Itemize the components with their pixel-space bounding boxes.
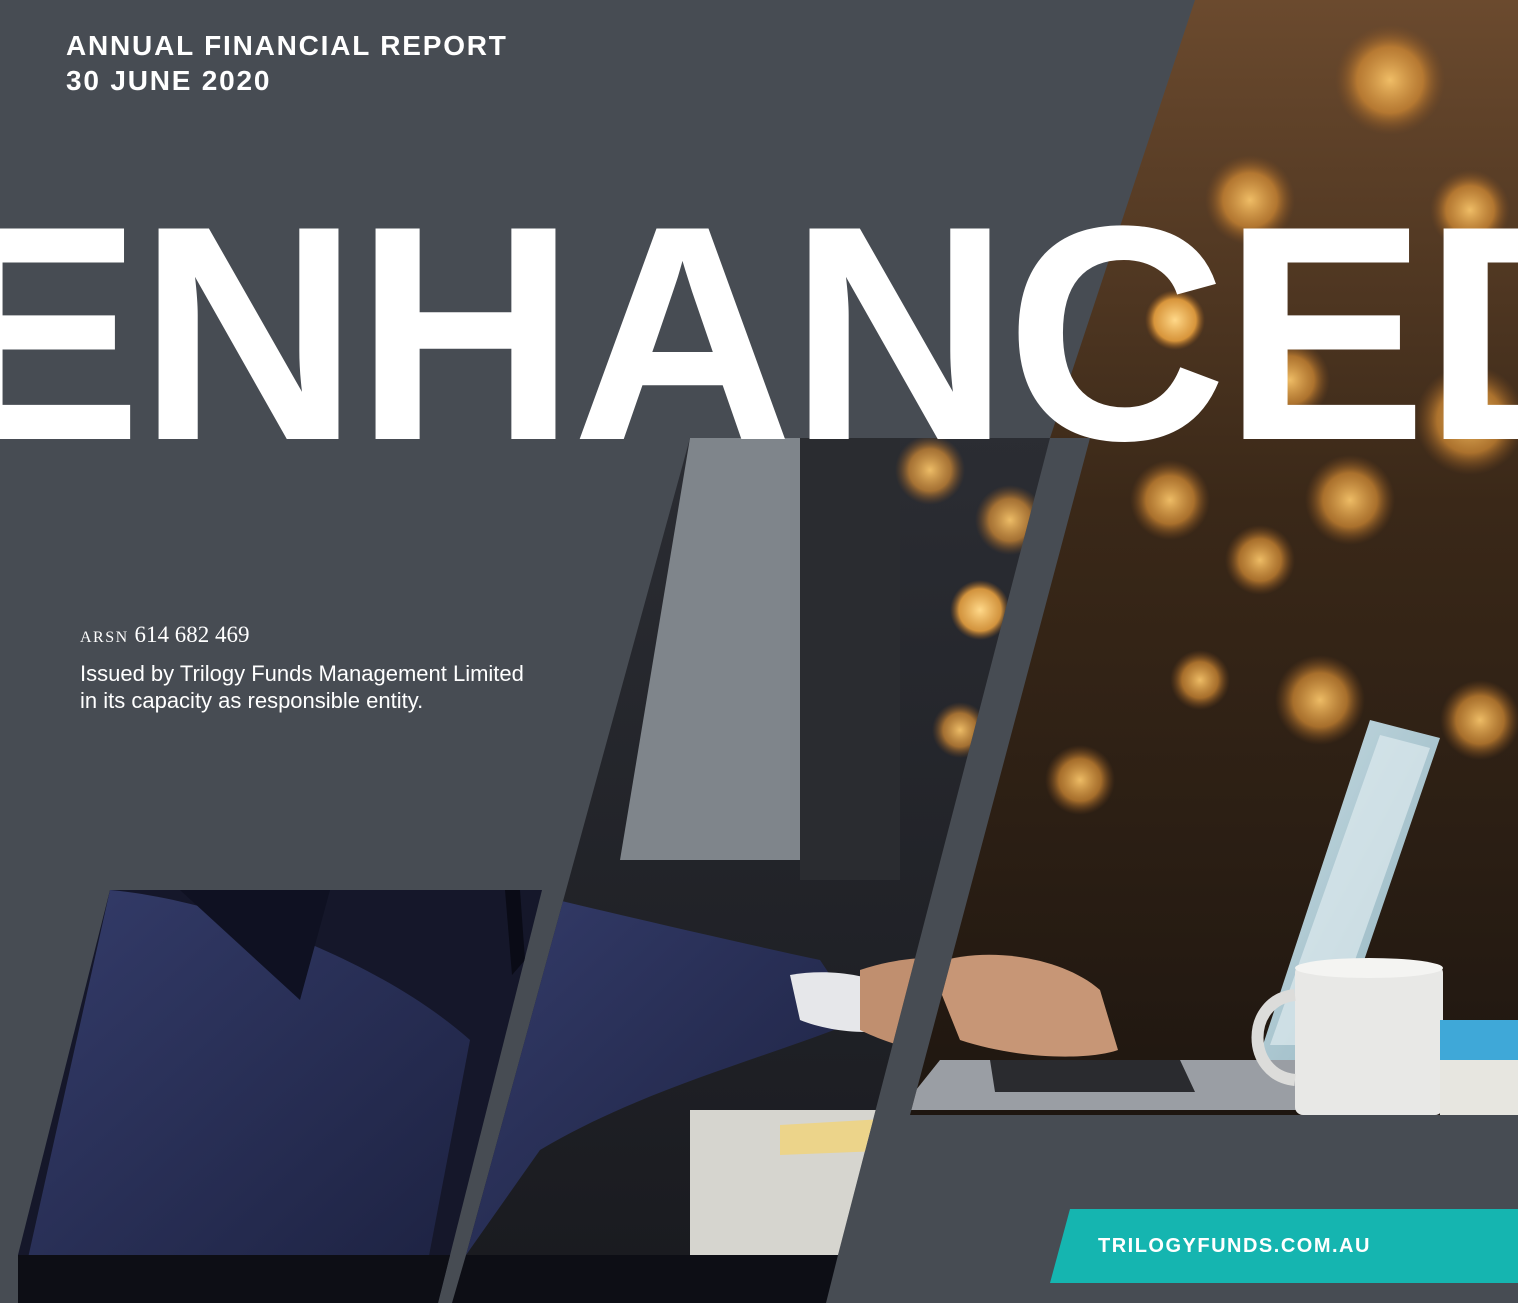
website-banner[interactable]: TRILOGYFUNDS.COM.AU bbox=[1050, 1209, 1518, 1283]
report-title: ANNUAL FINANCIAL REPORT bbox=[66, 30, 508, 61]
report-label: ANNUAL FINANCIAL REPORT 30 JUNE 2020 bbox=[66, 28, 508, 98]
arsn-number: 614 682 469 bbox=[134, 622, 250, 647]
website-link[interactable]: TRILOGYFUNDS.COM.AU bbox=[1098, 1209, 1371, 1283]
issuer-line-1: Issued by Trilogy Funds Management Limit… bbox=[80, 661, 524, 686]
cover-headline: ENHANCED bbox=[0, 162, 1518, 504]
report-cover: ANNUAL FINANCIAL REPORT 30 JUNE 2020 ENH… bbox=[0, 0, 1518, 1303]
issuer-statement: Issued by Trilogy Funds Management Limit… bbox=[80, 660, 600, 714]
arsn-label: ARSN bbox=[80, 629, 129, 646]
issuer-line-2: in its capacity as responsible entity. bbox=[80, 688, 424, 713]
report-date: 30 JUNE 2020 bbox=[66, 65, 272, 96]
arsn-line: ARSN 614 682 469 bbox=[80, 621, 249, 652]
